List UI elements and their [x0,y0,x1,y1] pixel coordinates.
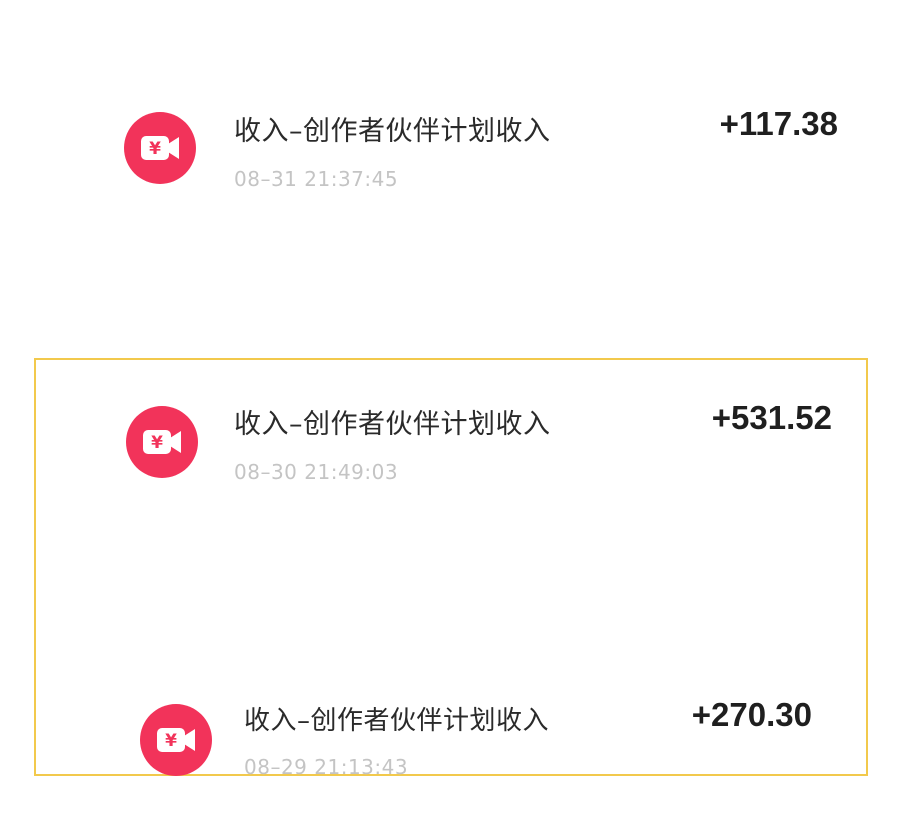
transaction-row[interactable]: ¥ 收入–创作者伙伴计划收入 08–30 21:49:03 +531.52 [0,380,910,520]
yuan-video-icon: ¥ [140,704,212,776]
transaction-amount: +270.30 [691,696,812,733]
transaction-time: 08–31 21:37:45 [234,167,399,191]
svg-text:¥: ¥ [165,731,177,751]
transaction-amount: +117.38 [719,105,838,142]
yuan-video-icon: ¥ [124,112,196,184]
yuan-video-icon: ¥ [126,406,198,478]
transaction-row[interactable]: ¥ 收入–创作者伙伴计划收入 08–29 21:13:43 +270.30 [0,680,910,790]
transaction-amount: +531.52 [711,399,832,436]
transaction-title: 收入–创作者伙伴计划收入 [234,409,551,440]
transaction-time: 08–30 21:49:03 [234,460,399,484]
transaction-title: 收入–创作者伙伴计划收入 [244,706,550,736]
transaction-row[interactable]: ¥ 收入–创作者伙伴计划收入 08–31 21:37:45 +117.38 [0,0,910,240]
svg-text:¥: ¥ [151,433,163,453]
transaction-title: 收入–创作者伙伴计划收入 [234,116,551,147]
svg-text:¥: ¥ [149,139,161,159]
transaction-time: 08–29 21:13:43 [244,755,409,779]
